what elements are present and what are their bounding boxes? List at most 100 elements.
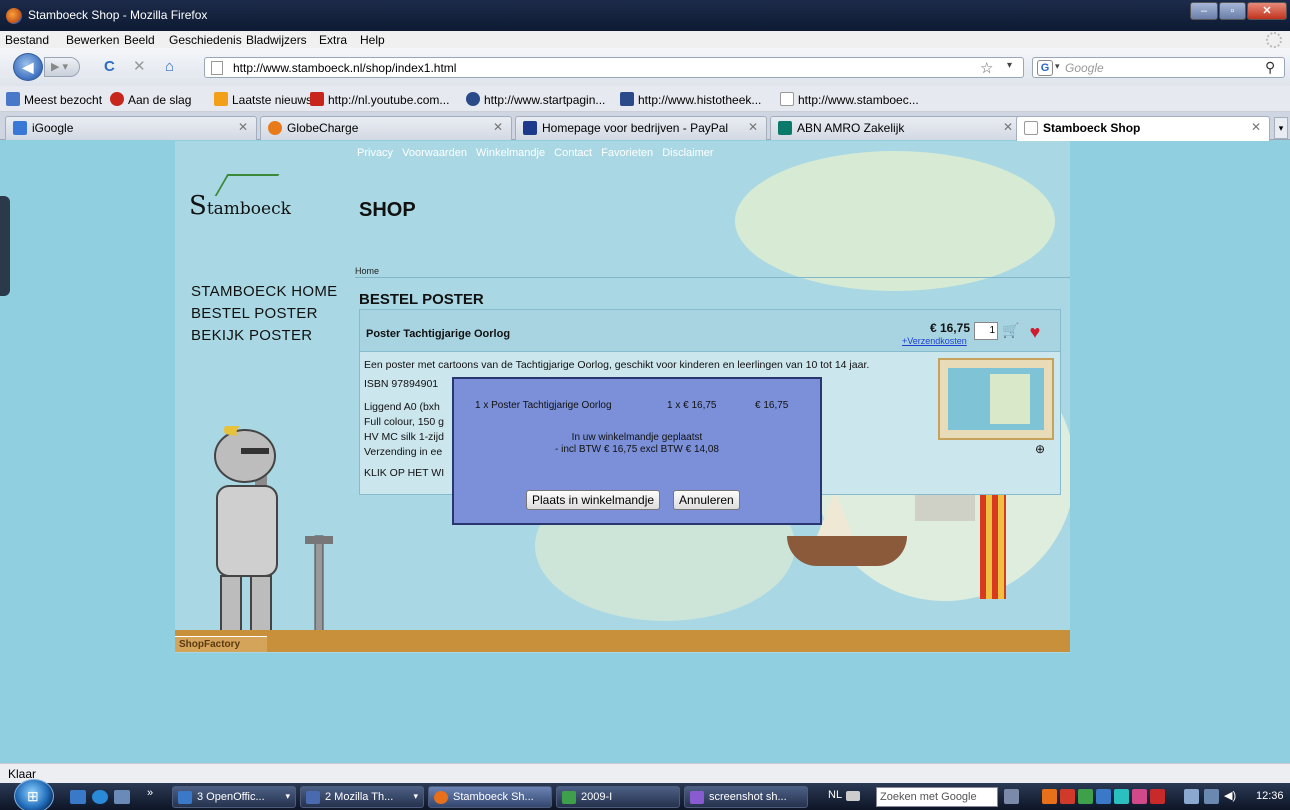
search-input[interactable]: Google <box>1065 61 1104 75</box>
display-icon[interactable] <box>1204 789 1219 804</box>
menu-bewerken[interactable]: Bewerken <box>66 33 119 47</box>
bookmark-histotheek[interactable]: http://www.histotheek... <box>620 92 761 107</box>
menu-bladwijzers[interactable]: Bladwijzers <box>246 33 307 47</box>
menu-bestand[interactable]: Bestand <box>5 33 49 47</box>
tab-paypal[interactable]: Homepage voor bedrijven - PayPal ✕ <box>515 116 767 140</box>
leftnav-stamboeck-home[interactable]: STAMBOECK HOME <box>191 281 337 303</box>
sidebar-handle[interactable] <box>0 196 10 296</box>
internet-explorer-icon[interactable] <box>92 790 108 804</box>
tab-stamboeck-shop[interactable]: Stamboeck Shop ✕ <box>1016 116 1270 141</box>
bookmark-youtube[interactable]: http://nl.youtube.com... <box>310 92 449 107</box>
engine-dropdown-icon[interactable]: ▾ <box>1055 61 1060 72</box>
quantity-input[interactable]: 1 <box>974 322 998 340</box>
taskbar-2009-i[interactable]: 2009-I <box>556 786 680 808</box>
add-to-cart-button[interactable]: Plaats in winkelmandje <box>526 490 661 510</box>
add-to-cart-icon[interactable]: 🛒 <box>1000 322 1022 342</box>
keyboard-icon[interactable] <box>846 791 860 801</box>
dialog-item-name: 1 x Poster Tachtigjarige Oorlog <box>475 400 612 411</box>
page-icon <box>780 92 794 106</box>
dialog-unit-price: 1 x € 16,75 <box>667 400 717 411</box>
bookmark-startpagina[interactable]: http://www.startpagin... <box>466 92 605 107</box>
tray-app-icon[interactable] <box>1078 789 1093 804</box>
volume-icon[interactable]: ◀) <box>1224 789 1239 804</box>
close-button[interactable]: ✕ <box>1247 2 1287 20</box>
stop-icon[interactable]: ✕ <box>133 59 146 75</box>
nav-voorwaarden[interactable]: Voorwaarden <box>402 147 467 159</box>
tab-list-button[interactable]: ▾ <box>1274 117 1288 139</box>
reload-icon[interactable]: C <box>104 59 115 75</box>
bookmark-stamboeck[interactable]: http://www.stamboec... <box>780 92 919 107</box>
thunderbird-icon <box>306 791 320 804</box>
taskbar-openoffice[interactable]: 3 OpenOffic... ▾ <box>172 786 296 808</box>
histotheek-icon <box>620 92 634 106</box>
tray-app-icon[interactable] <box>1042 789 1057 804</box>
quicklaunch-more-icon[interactable]: » <box>147 787 163 801</box>
network-icon[interactable] <box>1184 789 1199 804</box>
google-engine-icon[interactable]: G <box>1037 60 1053 76</box>
bookmark-aan-de-slag[interactable]: Aan de slag <box>110 92 191 107</box>
start-button[interactable] <box>14 779 54 810</box>
firefox-icon <box>434 791 448 804</box>
tab-close-icon[interactable]: ✕ <box>748 120 758 134</box>
tab-abn-amro[interactable]: ABN AMRO Zakelijk ✕ <box>770 116 1022 140</box>
clock[interactable]: 12:36 <box>1256 790 1284 802</box>
page-content: Privacy Voorwaarden Winkelmandje Contact… <box>0 141 1290 763</box>
nav-disclaimer[interactable]: Disclaimer <box>662 147 713 159</box>
bookmark-laatste-nieuws[interactable]: Laatste nieuws <box>214 92 312 107</box>
leftnav-bekijk-poster[interactable]: BEKIJK POSTER <box>191 325 337 347</box>
home-icon[interactable]: ⌂ <box>165 59 174 75</box>
tab-igoogle[interactable]: iGoogle ✕ <box>5 116 257 140</box>
taskbar-screenshot[interactable]: screenshot sh... <box>684 786 808 808</box>
search-bar[interactable]: G ▾ Google ⚲ <box>1032 57 1285 78</box>
taskbar-mozilla-thunderbird[interactable]: 2 Mozilla Th... ▾ <box>300 786 424 808</box>
menu-beeld[interactable]: Beeld <box>124 33 155 47</box>
switch-windows-icon[interactable] <box>114 790 130 804</box>
product-thumbnail[interactable] <box>938 358 1054 440</box>
tab-close-icon[interactable]: ✕ <box>493 120 503 134</box>
back-button[interactable]: ◀ <box>13 53 43 81</box>
show-desktop-icon[interactable] <box>70 790 86 804</box>
menu-help[interactable]: Help <box>360 33 385 47</box>
favorite-heart-icon[interactable]: ♥ <box>1024 321 1046 343</box>
cancel-button[interactable]: Annuleren <box>673 490 740 510</box>
shipping-costs-link[interactable]: +Verzendkosten <box>902 336 967 346</box>
taskbar-stamboeck-shop[interactable]: Stamboeck Sh... <box>428 786 552 808</box>
tray-app-icon[interactable] <box>1114 789 1129 804</box>
minimize-button[interactable]: – <box>1190 2 1218 20</box>
breadcrumb-home[interactable]: Home <box>355 266 379 276</box>
nav-privacy[interactable]: Privacy <box>357 147 393 159</box>
menu-extra[interactable]: Extra <box>319 33 347 47</box>
nav-contact[interactable]: Contact <box>554 147 592 159</box>
bookmark-meest-bezocht[interactable]: Meest bezocht <box>6 92 102 107</box>
url-dropdown-icon[interactable]: ▾ <box>1007 60 1012 71</box>
maximize-button[interactable]: ▫ <box>1219 2 1246 20</box>
forward-button[interactable]: ▶ ▾ <box>44 57 80 77</box>
menu-geschiedenis[interactable]: Geschiedenis <box>169 33 242 47</box>
nav-winkelmandje[interactable]: Winkelmandje <box>476 147 545 159</box>
bookmark-star-icon[interactable]: ☆ <box>980 59 993 77</box>
tray-app-icon[interactable] <box>1150 789 1165 804</box>
stamboeck-logo[interactable]: Stamboeck <box>189 191 291 221</box>
search-icon[interactable]: ⚲ <box>1265 59 1275 76</box>
nav-favorieten[interactable]: Favorieten <box>601 147 653 159</box>
navigation-toolbar: ◀ ▶ ▾ C ✕ ⌂ http://www.stamboeck.nl/shop… <box>0 48 1290 86</box>
address-bar[interactable]: http://www.stamboeck.nl/shop/index1.html… <box>204 57 1024 78</box>
tab-globecharge[interactable]: GlobeCharge ✕ <box>260 116 512 140</box>
add-to-cart-dialog: 1 x Poster Tachtigjarige Oorlog 1 x € 16… <box>452 377 822 525</box>
leftnav-bestel-poster[interactable]: BESTEL POSTER <box>191 303 337 325</box>
map-land <box>735 151 1055 291</box>
address-url[interactable]: http://www.stamboeck.nl/shop/index1.html <box>233 61 456 75</box>
product-name: Poster Tachtigjarige Oorlog <box>366 328 511 340</box>
tab-close-icon[interactable]: ✕ <box>1003 120 1013 134</box>
site-top-nav: Privacy Voorwaarden Winkelmandje Contact… <box>357 147 720 159</box>
zoom-icon[interactable]: ⊕ <box>1035 442 1045 456</box>
tray-app-icon[interactable] <box>1060 789 1075 804</box>
search-dropdown-icon[interactable] <box>1004 789 1019 804</box>
tray-app-icon[interactable] <box>1096 789 1111 804</box>
site-left-nav: STAMBOECK HOME BESTEL POSTER BEKIJK POST… <box>191 281 337 347</box>
tab-close-icon[interactable]: ✕ <box>238 120 248 134</box>
language-indicator[interactable]: NL <box>828 789 842 801</box>
tab-close-icon[interactable]: ✕ <box>1251 120 1261 134</box>
tray-app-icon[interactable] <box>1132 789 1147 804</box>
taskbar-search-input[interactable]: Zoeken met Google <box>876 787 998 807</box>
